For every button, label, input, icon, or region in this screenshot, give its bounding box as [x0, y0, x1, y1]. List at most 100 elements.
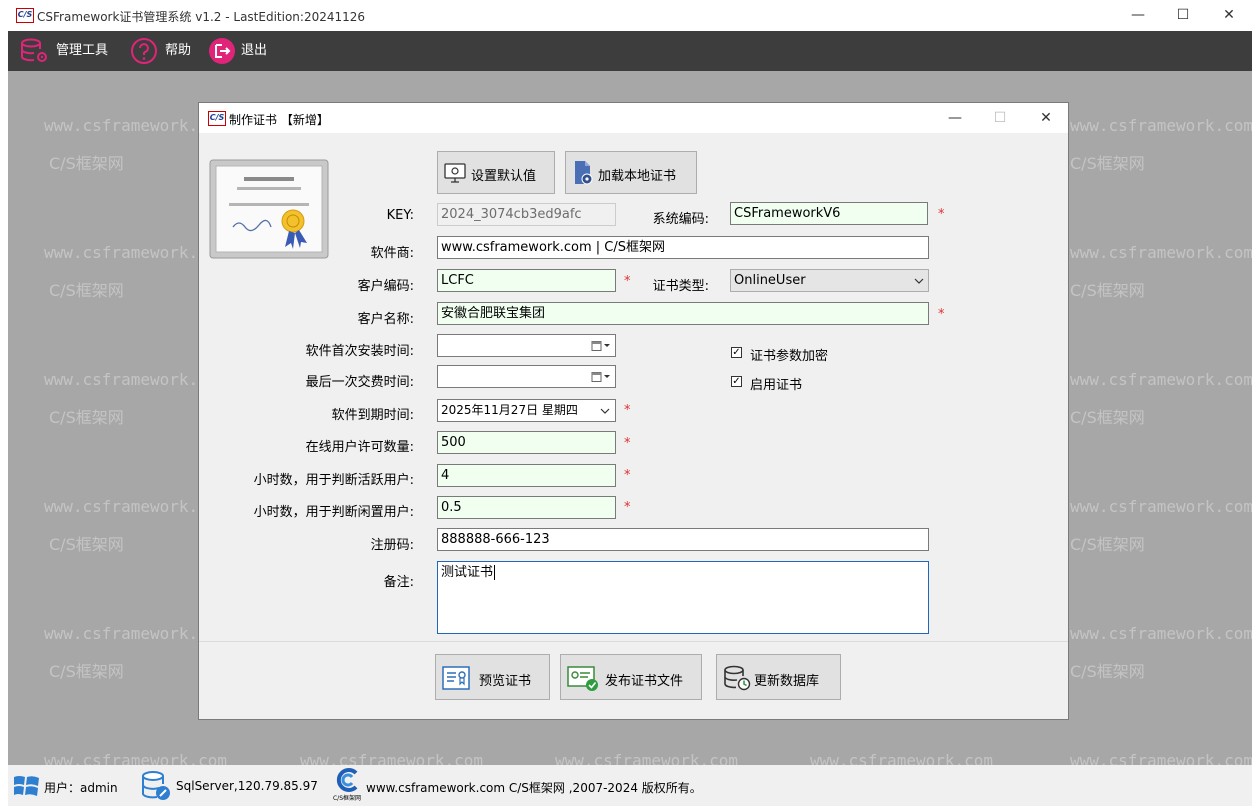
minimize-button[interactable]: — — [1115, 0, 1161, 31]
calendar-dropdown-icon — [591, 341, 610, 351]
cert-type-value: OnlineUser — [734, 273, 806, 288]
hours-idle-label: 小时数，用于判断闲置用户: — [253, 505, 414, 520]
text-cursor — [494, 565, 496, 580]
reg-code-field[interactable]: 888888-666-123 — [437, 528, 929, 551]
check-icon: ✓ — [731, 347, 742, 358]
menu-item-label: 管理工具 — [56, 43, 109, 58]
watermark-name: C/S框架网 — [49, 662, 124, 681]
watermark-url: www.csframework.com — [810, 751, 994, 765]
watermark-name: C/S框架网 — [1070, 154, 1145, 173]
dialog-title: 制作证书 【新增】 — [229, 113, 329, 127]
menu-item-tools[interactable]: 管理工具 — [20, 37, 120, 65]
watermark-name: C/S框架网 — [1070, 662, 1145, 681]
exit-icon — [209, 38, 235, 64]
expiry-value: 2025年11月27日 星期四 — [441, 403, 578, 417]
windows-logo-icon — [14, 776, 39, 796]
last-payment-date-picker[interactable] — [437, 365, 616, 388]
database-gear-icon — [21, 38, 47, 62]
menu-item-help[interactable]: 帮助 — [130, 37, 200, 65]
first-install-date-picker[interactable] — [437, 334, 616, 357]
close-button[interactable]: ✕ — [1206, 0, 1252, 31]
document-gear-icon — [575, 161, 593, 185]
enable-cert-checkbox[interactable]: ✓ 启用证书 — [730, 374, 890, 393]
online-users-field[interactable]: 500 — [437, 431, 616, 454]
csframework-logo: C/S框架网 — [330, 768, 364, 804]
set-defaults-button[interactable]: 设置默认值 — [437, 151, 555, 194]
calendar-dropdown-icon — [591, 372, 610, 382]
system-code-field[interactable]: CSFrameworkV6 — [730, 202, 928, 225]
watermark-url: www.csframework.com — [1070, 243, 1252, 262]
preview-cert-button[interactable]: 预览证书 — [435, 654, 550, 700]
certificate-dialog: C/S 制作证书 【新增】 — ☐ ✕ 设置默认值 加载本地证书 KEY: 20… — [198, 102, 1069, 720]
load-local-cert-label: 加载本地证书 — [598, 169, 677, 184]
app-title: CSFramework证书管理系统 v1.2 - LastEdition:202… — [37, 10, 366, 24]
vendor-field[interactable]: www.csframework.com | C/S框架网 — [437, 236, 929, 259]
watermark-name: C/S框架网 — [49, 154, 124, 173]
required-mark: * — [938, 207, 945, 222]
watermark-url: www.csframework.com — [555, 751, 739, 765]
customer-code-field[interactable]: LCFC — [437, 269, 616, 292]
encrypt-params-label: 证书参数加密 — [750, 349, 829, 364]
dialog-maximize-button: ☐ — [993, 110, 1007, 126]
cert-type-select[interactable]: OnlineUser — [730, 269, 929, 292]
update-db-label: 更新数据库 — [754, 674, 820, 689]
chevron-down-icon — [914, 278, 924, 284]
key-label: KEY: — [386, 208, 414, 223]
remarks-label: 备注: — [383, 575, 414, 590]
csframework-logo-icon — [336, 768, 358, 792]
status-user: 用户：admin — [44, 781, 118, 795]
dialog-titlebar: C/S 制作证书 【新增】 — ☐ ✕ — [199, 103, 1068, 133]
app-logo-icon: C/S — [16, 8, 34, 23]
expiry-date-picker[interactable]: 2025年11月27日 星期四 — [437, 399, 616, 422]
publish-cert-label: 发布证书文件 — [605, 674, 684, 689]
expiry-label: 软件到期时间: — [331, 408, 414, 423]
menu-item-label: 退出 — [241, 43, 268, 58]
update-db-button[interactable]: 更新数据库 — [716, 654, 841, 700]
remarks-value: 测试证书 — [441, 565, 494, 580]
watermark-name: C/S框架网 — [49, 535, 124, 554]
hours-active-field[interactable]: 4 — [437, 464, 616, 487]
remarks-textarea[interactable]: 测试证书 — [437, 561, 929, 634]
watermark-name: C/S框架网 — [1070, 281, 1145, 300]
watermark-name: C/S框架网 — [1070, 535, 1145, 554]
status-copyright: www.csframework.com C/S框架网 ,2007-2024 版权… — [366, 781, 702, 795]
required-mark: * — [624, 468, 631, 483]
hours-active-label: 小时数，用于判断活跃用户: — [253, 473, 414, 488]
hours-idle-field[interactable]: 0.5 — [437, 496, 616, 519]
status-server: SqlServer,120.79.85.97 — [176, 779, 318, 793]
dialog-close-button[interactable]: ✕ — [1023, 103, 1069, 133]
cert-type-label: 证书类型: — [652, 279, 709, 294]
divider — [199, 641, 1068, 642]
key-field: 2024_3074cb3ed9afc — [437, 203, 616, 226]
required-mark: * — [624, 436, 631, 451]
watermark-url: www.csframework.com — [1070, 624, 1252, 643]
publish-cert-button[interactable]: 发布证书文件 — [560, 654, 702, 700]
watermark-name: C/S框架网 — [1070, 408, 1145, 427]
menu-item-exit[interactable]: 退出 — [208, 37, 278, 65]
customer-code-label: 客户编码: — [357, 279, 414, 294]
watermark-url: www.csframework.com — [1070, 497, 1252, 516]
watermark-url: www.csframework.com — [1070, 116, 1252, 135]
logo-caption: C/S框架网 — [332, 795, 362, 802]
dialog-minimize-button[interactable]: — — [932, 103, 978, 133]
required-mark: * — [624, 500, 631, 515]
database-update-icon — [724, 665, 751, 691]
watermark-url: www.csframework.com — [1070, 370, 1252, 389]
preview-cert-label: 预览证书 — [479, 674, 532, 689]
system-code-label: 系统编码: — [652, 212, 709, 227]
required-mark: * — [624, 403, 631, 418]
database-server-icon — [142, 771, 170, 800]
monitor-settings-icon — [444, 163, 466, 183]
watermark-url: www.csframework.com — [1070, 751, 1252, 765]
certificate-preview-icon — [442, 666, 470, 690]
last-payment-label: 最后一次交费时间: — [305, 375, 414, 390]
question-circle-icon — [131, 38, 157, 64]
encrypt-params-checkbox[interactable]: ✓ 证书参数加密 — [730, 345, 890, 364]
check-icon: ✓ — [731, 376, 742, 387]
enable-cert-label: 启用证书 — [750, 378, 803, 393]
watermark-url: www.csframework.com — [300, 751, 484, 765]
watermark-name: C/S框架网 — [49, 281, 124, 300]
customer-name-field[interactable]: 安徽合肥联宝集团 — [437, 302, 929, 325]
load-local-cert-button[interactable]: 加载本地证书 — [565, 151, 697, 194]
maximize-button[interactable]: ☐ — [1160, 0, 1206, 31]
